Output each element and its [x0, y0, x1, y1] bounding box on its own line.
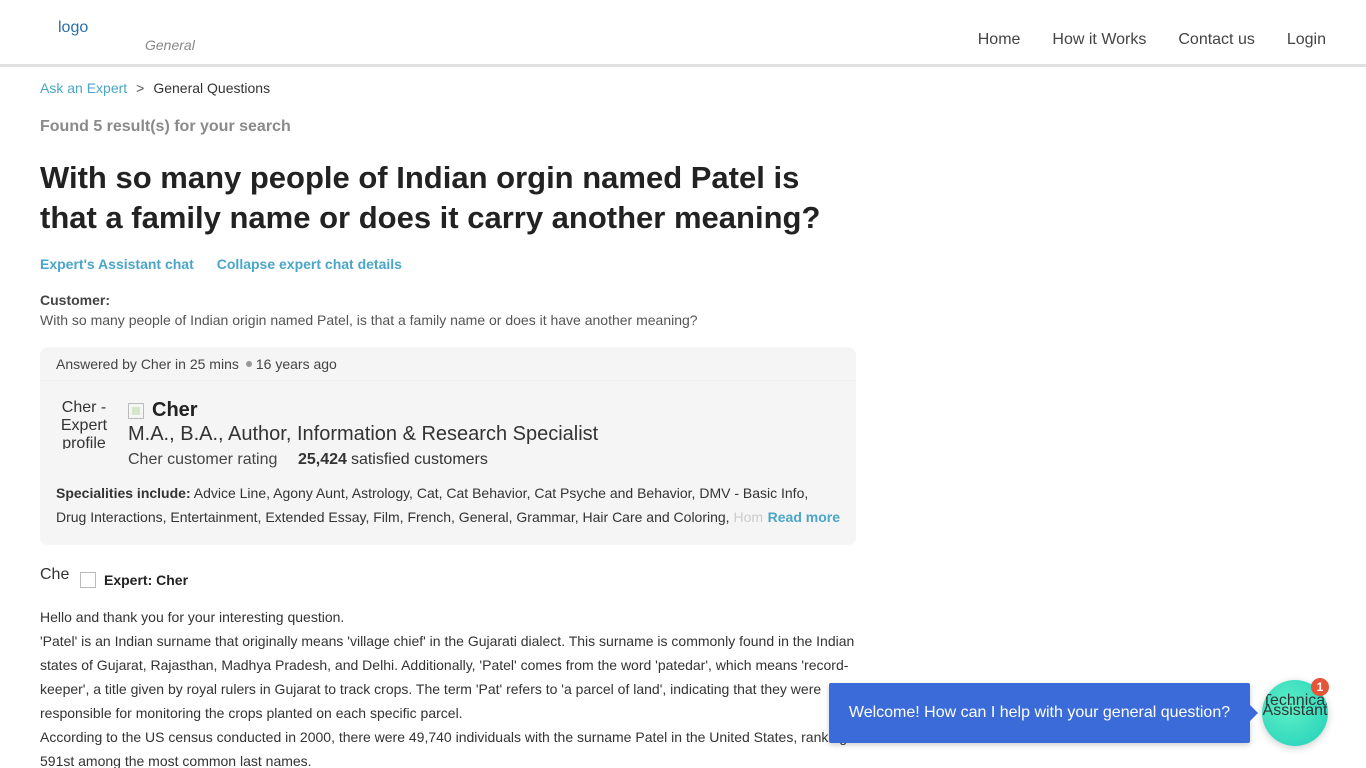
breadcrumb-current: General Questions	[153, 80, 271, 96]
nav-login[interactable]: Login	[1287, 31, 1326, 49]
expert-credentials: M.A., B.A., Author, Information & Resear…	[128, 423, 599, 445]
site-logo[interactable]: logo	[40, 19, 88, 37]
verified-badge-icon	[128, 402, 144, 419]
verified-badge-icon	[80, 572, 96, 588]
nav-contact-us[interactable]: Contact us	[1178, 31, 1254, 49]
expert-rating-row: Cher customer rating 25,424 satisfied cu…	[128, 451, 488, 469]
nav-home[interactable]: Home	[978, 31, 1021, 49]
satisfied-customers-count: 25,424	[298, 451, 347, 468]
search-results-count: Found 5 result(s) for your search	[40, 118, 291, 135]
specialities: Specialities include: Advice Line, Agony…	[56, 481, 840, 529]
collapse-icon	[201, 256, 217, 272]
collapse-chat-details-button[interactable]: Collapse expert chat details	[201, 256, 402, 272]
nav-how-it-works[interactable]: How it Works	[1052, 31, 1146, 49]
specialities-label: Specialities include:	[56, 485, 191, 501]
logo-subtitle: General	[145, 37, 195, 53]
answer-paragraph: Hello and thank you for your interesting…	[40, 609, 345, 625]
notification-badge: 1	[1311, 678, 1329, 696]
expert-profile-photo[interactable]: Cher - Expert profile	[56, 399, 112, 449]
answer-card: Answered by Cher in 25 mins 16 years ago…	[40, 347, 856, 545]
breadcrumb-ask-an-expert[interactable]: Ask an Expert	[40, 80, 127, 96]
expert-label: Expert: Cher	[104, 572, 189, 588]
customer-question: With so many people of Indian origin nam…	[40, 312, 698, 328]
answer-paragraph: 'Patel' is an Indian surname that origin…	[40, 633, 855, 721]
page-title: With so many people of Indian orgin name…	[40, 160, 821, 235]
main-nav: Home How it Works Contact us Login	[978, 31, 1326, 49]
expert-reply-header: Cher Expert: Cher	[40, 566, 188, 594]
specialities-fade: Hom	[733, 509, 764, 525]
customer-label: Customer:	[40, 292, 111, 308]
answer-meta: Answered by Cher in 25 mins 16 years ago	[56, 356, 337, 372]
broken-image-icon	[40, 21, 56, 35]
answer-paragraph: According to the US census conducted in …	[40, 729, 858, 768]
read-more-link[interactable]: Read more	[765, 505, 840, 529]
expert-name[interactable]: Cher	[152, 399, 198, 422]
expert-name-row: Cher	[128, 399, 198, 422]
site-header: logo General Home How it Works Contact u…	[0, 0, 1366, 67]
logo-alt-text: logo	[58, 19, 89, 36]
answered-by: Answered by Cher in 25 mins	[56, 356, 239, 372]
breadcrumb-separator: >	[136, 80, 145, 96]
customer-rating-stars: Cher customer rating	[128, 451, 278, 468]
collapse-chat-details-label: Collapse expert chat details	[216, 256, 402, 272]
expert-answer-body: Hello and thank you for your interesting…	[40, 605, 860, 768]
chat-welcome-bubble[interactable]: Welcome! How can I help with your genera…	[829, 683, 1258, 743]
satisfied-customers-label: satisfied customers	[350, 451, 488, 468]
card-divider	[40, 380, 856, 381]
breadcrumb: Ask an Expert > General Questions	[40, 80, 270, 96]
bullet-dot-icon	[245, 361, 252, 367]
experts-assistant-chat-link[interactable]: Expert's Assistant chat	[40, 256, 194, 272]
answer-time-ago: 16 years ago	[255, 356, 337, 372]
expert-avatar: Cher	[40, 566, 70, 583]
chat-links: Expert's Assistant chat Collapse expert …	[40, 256, 402, 272]
